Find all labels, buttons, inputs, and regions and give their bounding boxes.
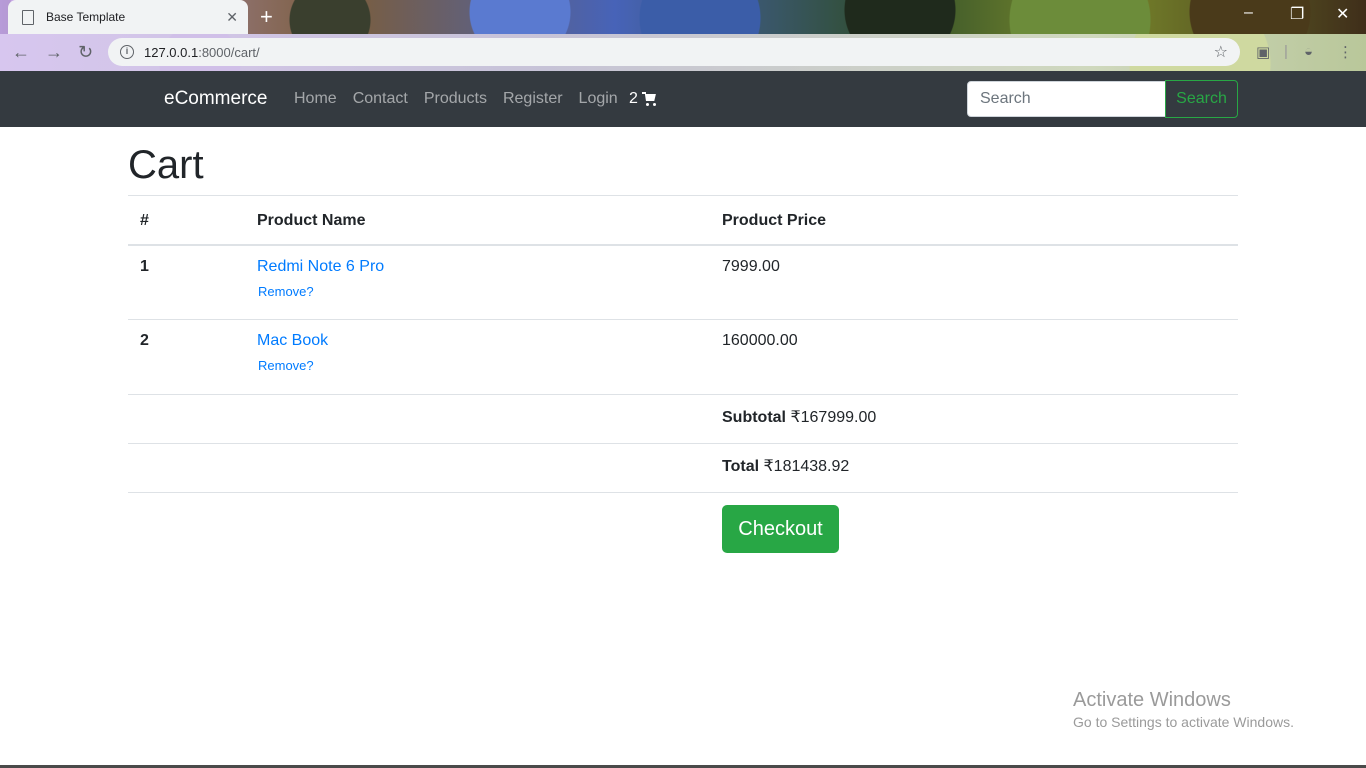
header-product-name: Product Name — [245, 195, 710, 246]
product-price: 160000.00 — [710, 319, 1238, 395]
nav-cart[interactable]: 2 — [629, 90, 658, 108]
row-number: 1 — [128, 244, 245, 320]
activation-watermark: Activate Windows Go to Settings to activ… — [1073, 689, 1294, 730]
cart-table: # Product Name Product Price 1 Redmi Not… — [128, 195, 1238, 565]
site-navbar: eCommerce Home Contact Products Register… — [0, 71, 1366, 127]
page-title: Cart — [128, 143, 204, 187]
minimize-icon[interactable]: – — [1244, 4, 1253, 22]
remove-link[interactable]: Remove? — [258, 358, 698, 373]
address-bar-row: ← → ↻ i 127.0.0.1:8000/cart/ ☆ ▣ | ◒ ⋮ — [0, 34, 1366, 71]
watermark-subtitle: Go to Settings to activate Windows. — [1073, 714, 1294, 730]
restore-icon[interactable]: ❐ — [1290, 4, 1304, 24]
nav-contact[interactable]: Contact — [353, 90, 408, 108]
info-icon[interactable]: i — [120, 45, 134, 59]
new-tab-icon[interactable]: + — [260, 4, 273, 30]
checkout-button[interactable]: Checkout — [722, 505, 839, 553]
reload-icon[interactable]: ↻ — [78, 42, 93, 63]
translate-extension-icon[interactable]: ▣ — [1256, 43, 1270, 61]
browser-tab[interactable]: Base Template ✕ — [8, 0, 248, 34]
subtotal-row: Subtotal ₹167999.00 — [128, 394, 1238, 444]
shopping-cart-icon — [641, 92, 658, 106]
nav-login[interactable]: Login — [579, 90, 618, 108]
product-link[interactable]: Mac Book — [257, 332, 698, 350]
back-icon[interactable]: ← — [12, 42, 30, 63]
brand-logo[interactable]: eCommerce — [164, 88, 267, 110]
table-header-row: # Product Name Product Price — [128, 195, 1238, 246]
remove-link[interactable]: Remove? — [258, 284, 698, 299]
product-price: 7999.00 — [710, 244, 1238, 320]
url-text[interactable]: 127.0.0.1:8000/cart/ — [144, 45, 1214, 60]
product-cell: Mac Book Remove? — [245, 319, 710, 395]
toolbar-separator: | — [1284, 43, 1288, 60]
subtotal: Subtotal ₹167999.00 — [710, 394, 1238, 444]
row-number: 2 — [128, 319, 245, 395]
close-window-icon[interactable]: ✕ — [1336, 4, 1349, 24]
nav-home[interactable]: Home — [294, 90, 337, 108]
total-label: Total — [722, 458, 760, 475]
nav-links: Home Contact Products Register Login — [294, 90, 618, 108]
nav-products[interactable]: Products — [424, 90, 487, 108]
page-icon — [22, 9, 34, 25]
header-product-price: Product Price — [710, 195, 1238, 246]
nav-register[interactable]: Register — [503, 90, 563, 108]
forward-icon[interactable]: → — [45, 42, 63, 63]
table-row: 2 Mac Book Remove? 160000.00 — [128, 319, 1238, 395]
total-value: ₹181438.92 — [763, 458, 850, 475]
watermark-title: Activate Windows — [1073, 689, 1231, 711]
menu-icon[interactable]: ⋮ — [1338, 43, 1353, 61]
table-row: 1 Redmi Note 6 Pro Remove? 7999.00 — [128, 244, 1238, 320]
subtotal-value: ₹167999.00 — [790, 409, 877, 426]
checkout-row: Checkout — [128, 492, 1238, 565]
bookmark-star-icon[interactable]: ☆ — [1214, 42, 1228, 62]
search-button[interactable]: Search — [1165, 80, 1238, 118]
total: Total ₹181438.92 — [710, 443, 1238, 493]
browser-tab-strip: Base Template ✕ + – ❐ ✕ — [0, 0, 1366, 34]
total-row: Total ₹181438.92 — [128, 443, 1238, 493]
product-cell: Redmi Note 6 Pro Remove? — [245, 244, 710, 320]
header-number: # — [128, 195, 245, 246]
search-input[interactable] — [967, 81, 1166, 117]
tab-title: Base Template — [46, 10, 126, 24]
omnibox[interactable]: i 127.0.0.1:8000/cart/ ☆ — [108, 38, 1240, 66]
close-tab-icon[interactable]: ✕ — [226, 9, 238, 26]
incognito-extension-icon[interactable]: ◒ — [1304, 43, 1313, 60]
product-link[interactable]: Redmi Note 6 Pro — [257, 258, 698, 276]
subtotal-label: Subtotal — [722, 409, 786, 426]
cart-count: 2 — [629, 90, 638, 107]
